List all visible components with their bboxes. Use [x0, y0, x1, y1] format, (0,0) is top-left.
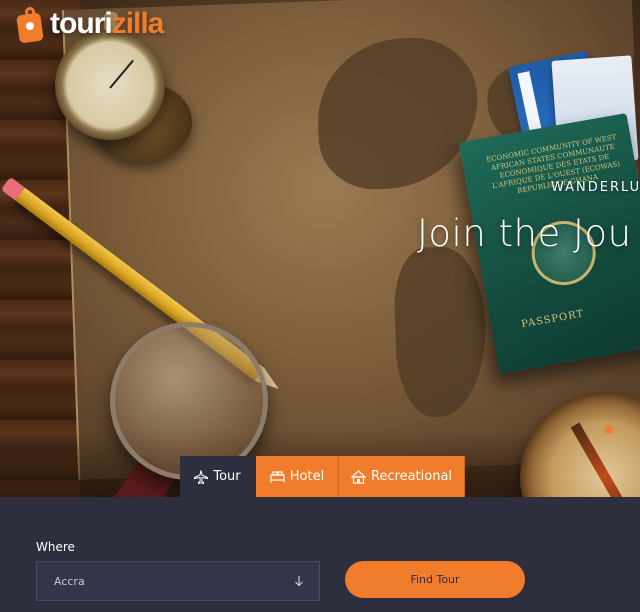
hero-subtitle: WANDERLU	[551, 180, 640, 195]
hero-title: Join the Jou	[417, 212, 632, 255]
where-selected-value: Accra	[54, 574, 85, 588]
tab-hotel[interactable]: Hotel	[256, 456, 339, 497]
find-tour-button[interactable]: Find Tour	[345, 561, 525, 598]
tab-recreational-label: Recreational	[370, 469, 453, 484]
plane-icon	[194, 469, 209, 484]
tab-tour[interactable]: Tour	[180, 456, 256, 497]
logo-text-part1: touri	[50, 7, 113, 40]
search-type-tabs: Tour Hotel Recreational	[180, 456, 465, 497]
passport-title: PASSPORT	[520, 308, 586, 331]
arrow-down-icon	[295, 576, 303, 587]
hero-banner: ECONOMIC COMMUNITY OF WEST AFRICAN STATE…	[0, 0, 640, 497]
tent-icon	[350, 469, 366, 484]
logo-wordmark: tourizilla	[50, 7, 165, 41]
brand-logo[interactable]: tourizilla	[16, 4, 165, 44]
where-label: Where	[36, 540, 75, 554]
logo-text-part2: zilla	[111, 7, 165, 40]
map-continent	[392, 245, 489, 419]
where-select[interactable]: Accra	[36, 561, 320, 601]
suitcase-icon	[16, 6, 46, 44]
bed-icon	[270, 471, 285, 483]
search-panel: Where Accra Find Tour	[0, 497, 640, 612]
pocket-watch-image	[55, 12, 165, 140]
map-continent	[315, 35, 481, 192]
tab-tour-label: Tour	[213, 469, 241, 484]
slider-indicator-dot[interactable]	[605, 426, 613, 434]
tab-hotel-label: Hotel	[289, 469, 325, 484]
tab-recreational[interactable]: Recreational	[339, 456, 465, 497]
